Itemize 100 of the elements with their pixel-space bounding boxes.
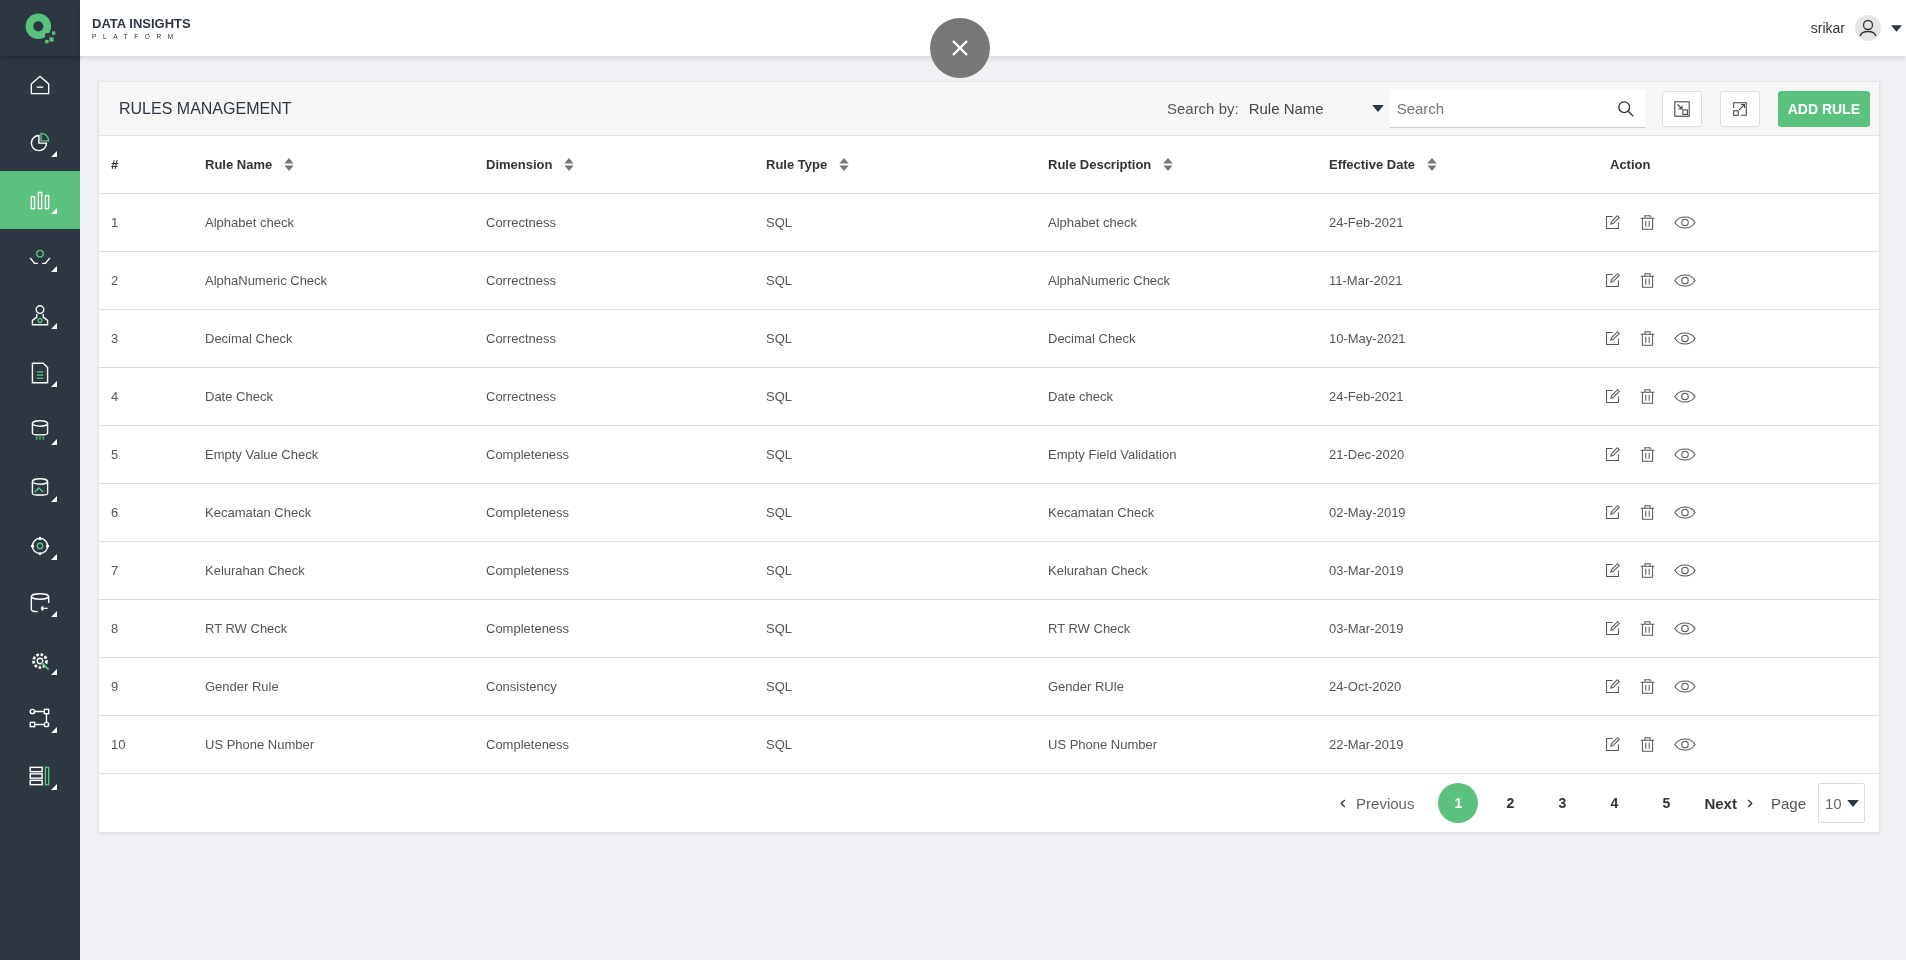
edit-icon[interactable] bbox=[1604, 330, 1621, 347]
table-cell: US Phone Number bbox=[205, 737, 315, 752]
eye-icon[interactable] bbox=[1674, 505, 1696, 520]
edit-icon[interactable] bbox=[1604, 214, 1621, 231]
chevron-left-icon bbox=[1340, 798, 1347, 808]
caret-icon bbox=[1847, 799, 1859, 807]
eye-icon[interactable] bbox=[1674, 331, 1696, 346]
eye-icon[interactable] bbox=[1674, 215, 1696, 230]
edit-icon[interactable] bbox=[1604, 562, 1621, 579]
sort-icon[interactable] bbox=[284, 158, 295, 171]
column-header: # bbox=[110, 157, 120, 172]
eye-icon[interactable] bbox=[1674, 273, 1696, 288]
table-cell: Correctness bbox=[486, 215, 557, 230]
corner-caret-icon bbox=[51, 380, 57, 387]
table-cell: Completeness bbox=[486, 737, 570, 752]
trash-icon[interactable] bbox=[1639, 330, 1656, 347]
table-cell: Completeness bbox=[486, 621, 570, 636]
table-cell: Correctness bbox=[486, 331, 557, 346]
trash-icon[interactable] bbox=[1639, 272, 1656, 289]
close-button[interactable] bbox=[930, 18, 990, 78]
column-header[interactable]: Dimension bbox=[474, 157, 754, 172]
table-cell: SQL bbox=[766, 389, 792, 404]
page-button[interactable]: 2 bbox=[1490, 783, 1531, 823]
sort-icon[interactable] bbox=[1427, 158, 1437, 171]
table-cell: SQL bbox=[766, 447, 792, 462]
eye-icon[interactable] bbox=[1674, 447, 1696, 462]
table-cell: 8 bbox=[111, 621, 119, 636]
page-button[interactable]: 5 bbox=[1646, 783, 1687, 823]
table-cell: Alphabet check bbox=[1048, 215, 1137, 230]
table-cell: Kelurahan Check bbox=[205, 563, 305, 578]
corner-caret-icon bbox=[51, 208, 57, 215]
column-header[interactable]: Rule Name bbox=[193, 157, 474, 172]
sort-icon[interactable] bbox=[564, 158, 575, 171]
table-cell: Consistency bbox=[486, 679, 557, 694]
table-cell: US Phone Number bbox=[1048, 737, 1158, 752]
table-cell: 22-Mar-2019 bbox=[1329, 737, 1404, 752]
trash-icon[interactable] bbox=[1639, 446, 1656, 463]
table-cell: Alphabet check bbox=[205, 215, 294, 230]
search-by-label: Search by: bbox=[1166, 100, 1239, 117]
edit-icon[interactable] bbox=[1604, 388, 1621, 405]
table-cell: 2 bbox=[111, 273, 119, 288]
table-cell: 7 bbox=[111, 563, 119, 578]
table-cell: SQL bbox=[766, 737, 792, 752]
edit-icon[interactable] bbox=[1604, 272, 1621, 289]
corner-caret-icon bbox=[51, 265, 57, 272]
search-field[interactable]: Search bbox=[1389, 89, 1645, 128]
column-header[interactable]: Rule Type bbox=[754, 157, 1036, 172]
table-cell: RT RW Check bbox=[205, 621, 288, 636]
table-cell: Completeness bbox=[486, 563, 570, 578]
page-button[interactable]: 3 bbox=[1542, 783, 1583, 823]
next-button[interactable]: Next bbox=[1698, 793, 1759, 813]
table-cell: SQL bbox=[766, 563, 792, 578]
expand-button[interactable] bbox=[1719, 90, 1760, 127]
trash-icon[interactable] bbox=[1639, 504, 1656, 521]
table-cell: AlphaNumeric Check bbox=[205, 273, 328, 288]
eye-icon[interactable] bbox=[1674, 621, 1696, 636]
table-cell: Date check bbox=[1048, 389, 1114, 404]
table-cell: Completeness bbox=[486, 505, 570, 520]
logo-icon bbox=[23, 11, 57, 45]
table-cell: Kelurahan Check bbox=[1048, 563, 1148, 578]
corner-caret-icon bbox=[51, 553, 57, 560]
table-cell: AlphaNumeric Check bbox=[1048, 273, 1171, 288]
trash-icon[interactable] bbox=[1639, 562, 1656, 579]
eye-icon[interactable] bbox=[1674, 679, 1696, 694]
edit-icon[interactable] bbox=[1604, 736, 1621, 753]
table-cell: Correctness bbox=[486, 273, 557, 288]
collapse-icon bbox=[1672, 99, 1691, 118]
edit-icon[interactable] bbox=[1604, 678, 1621, 695]
search-by-dropdown[interactable]: Rule Name bbox=[1248, 100, 1384, 117]
trash-icon[interactable] bbox=[1639, 388, 1656, 405]
edit-icon[interactable] bbox=[1604, 620, 1621, 637]
table-cell: Correctness bbox=[486, 389, 557, 404]
eye-icon[interactable] bbox=[1674, 563, 1696, 578]
caret-icon[interactable] bbox=[1891, 24, 1902, 32]
column-header[interactable]: Rule Description bbox=[1036, 157, 1317, 172]
table-cell: Gender Rule bbox=[205, 679, 279, 694]
sort-icon[interactable] bbox=[1163, 158, 1174, 171]
corner-caret-icon bbox=[51, 668, 57, 675]
table-cell: 21-Dec-2020 bbox=[1329, 447, 1405, 462]
corner-caret-icon bbox=[51, 150, 57, 157]
avatar-icon[interactable] bbox=[1855, 15, 1881, 41]
trash-icon[interactable] bbox=[1639, 736, 1656, 753]
previous-button[interactable]: Previous bbox=[1334, 793, 1421, 813]
eye-icon[interactable] bbox=[1674, 389, 1696, 404]
trash-icon[interactable] bbox=[1639, 620, 1656, 637]
table-cell: 1 bbox=[111, 215, 119, 230]
page-button[interactable]: 4 bbox=[1594, 783, 1635, 823]
panel-title: RULES MANAGEMENT bbox=[119, 99, 292, 118]
user-name[interactable]: srikar bbox=[1810, 20, 1845, 36]
eye-icon[interactable] bbox=[1674, 737, 1696, 752]
table-cell: Kecamatan Check bbox=[1048, 505, 1155, 520]
collapse-button[interactable] bbox=[1661, 90, 1702, 127]
trash-icon[interactable] bbox=[1639, 678, 1656, 695]
edit-icon[interactable] bbox=[1604, 504, 1621, 521]
column-header[interactable]: Effective Date bbox=[1317, 157, 1598, 172]
edit-icon[interactable] bbox=[1604, 446, 1621, 463]
trash-icon[interactable] bbox=[1639, 214, 1656, 231]
table-cell: Decimal Check bbox=[205, 331, 293, 346]
sort-icon[interactable] bbox=[839, 158, 850, 171]
page-size-dropdown[interactable]: 10 bbox=[1818, 783, 1865, 823]
